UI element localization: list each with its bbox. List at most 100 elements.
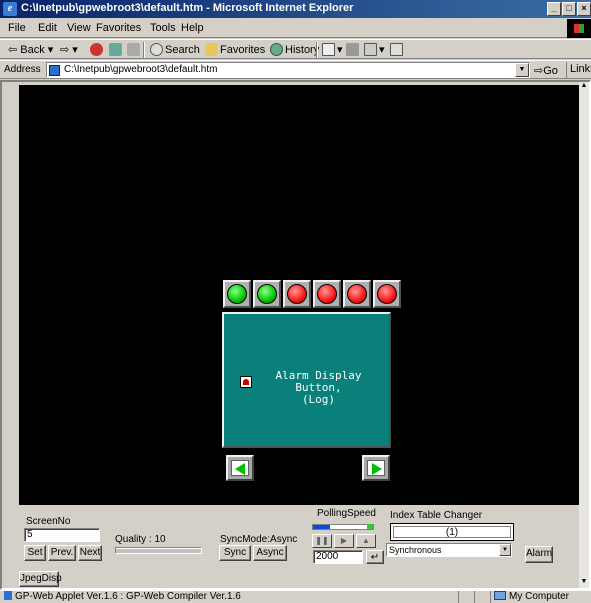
lamp-3-red bbox=[283, 280, 311, 308]
maximize-button[interactable]: □ bbox=[562, 2, 576, 16]
back-label: Back bbox=[20, 44, 45, 56]
screen-no-label: ScreenNo bbox=[26, 516, 71, 527]
next-button[interactable]: Next bbox=[78, 545, 102, 561]
jpegdisp-button[interactable]: JpegDisp bbox=[19, 571, 62, 587]
alarm-bell-icon bbox=[240, 376, 252, 388]
mode-select[interactable]: Synchronous ▼ bbox=[386, 543, 512, 557]
polling-apply-button[interactable]: ↵ bbox=[366, 550, 384, 564]
lamp-1-green bbox=[223, 280, 251, 308]
alarm-button[interactable]: Alarm bbox=[525, 546, 553, 563]
page-icon bbox=[49, 65, 60, 76]
go-button[interactable]: ⇨Go bbox=[534, 64, 558, 77]
menu-help[interactable]: Help bbox=[181, 22, 204, 34]
go-arrow-icon: ⇨ bbox=[534, 65, 544, 77]
polling-speed-input[interactable]: 2000 bbox=[313, 550, 363, 564]
edit-button[interactable]: ▾ bbox=[364, 43, 385, 56]
menu-edit[interactable]: Edit bbox=[38, 22, 57, 34]
history-icon bbox=[270, 43, 283, 56]
pause-button[interactable]: ❚❚ bbox=[312, 534, 332, 548]
close-button[interactable]: × bbox=[577, 2, 591, 16]
chevron-down-icon[interactable]: ▼ bbox=[499, 544, 511, 556]
red-lamp-icon bbox=[287, 284, 307, 304]
edit-icon bbox=[364, 43, 377, 56]
forward-button[interactable]: ⇨ ▾ bbox=[60, 43, 78, 56]
search-button[interactable]: Search bbox=[150, 43, 200, 56]
vertical-scrollbar[interactable]: ▲ ▼ bbox=[579, 82, 589, 588]
history-label: History bbox=[285, 44, 320, 56]
index-table-field[interactable]: (1) bbox=[390, 523, 514, 541]
enter-arrow-icon: ↵ bbox=[370, 552, 380, 563]
refresh-button[interactable] bbox=[109, 43, 124, 56]
async-button[interactable]: Async bbox=[253, 545, 287, 561]
history-button[interactable]: History bbox=[270, 43, 319, 56]
lamp-2-green bbox=[253, 280, 281, 308]
sync-button[interactable]: Sync bbox=[219, 545, 251, 561]
window-title: C:\Inetpub\gpwebroot3\default.htm - Micr… bbox=[21, 2, 354, 14]
play-button[interactable]: ▶ bbox=[334, 534, 354, 548]
home-icon bbox=[127, 43, 140, 56]
menu-bar: File Edit View Favorites Tools Help bbox=[0, 19, 591, 38]
forward-arrow-icon: ⇨ bbox=[60, 44, 70, 56]
favorites-button[interactable]: Favorites bbox=[205, 43, 265, 56]
home-button[interactable] bbox=[127, 43, 142, 56]
back-button[interactable]: ⇦ Back ▾ bbox=[8, 43, 53, 56]
minimize-button[interactable]: _ bbox=[547, 2, 561, 16]
green-lamp-icon bbox=[257, 284, 277, 304]
status-message: GP-Web Applet Ver.1.6 : GP-Web Compiler … bbox=[15, 591, 241, 602]
red-lamp-icon bbox=[377, 284, 397, 304]
syncmode-label: SyncMode:Async bbox=[220, 534, 298, 545]
polling-speed-label: PollingSpeed bbox=[317, 508, 376, 519]
toolbar-separator bbox=[316, 42, 318, 58]
lamp-4-red bbox=[313, 280, 341, 308]
menu-view[interactable]: View bbox=[67, 22, 91, 34]
screen-no-input[interactable]: 5 bbox=[24, 528, 100, 542]
toolbar: ⇦ Back ▾ ⇨ ▾ Search Favorites History ▾ … bbox=[0, 39, 591, 59]
quality-label: Quality : 10 bbox=[115, 534, 166, 545]
menu-favorites[interactable]: Favorites bbox=[96, 22, 141, 34]
refresh-icon bbox=[109, 43, 122, 56]
computer-icon bbox=[494, 591, 506, 600]
print-button[interactable] bbox=[346, 43, 361, 56]
status-divider bbox=[490, 591, 491, 603]
alarm-line-2: (Log) bbox=[301, 393, 336, 406]
quality-slider[interactable] bbox=[115, 547, 202, 554]
alarm-display-button[interactable]: Alarm Display Button, (Log) bbox=[222, 312, 391, 448]
left-arrow-icon bbox=[235, 463, 245, 475]
stop-button[interactable] bbox=[90, 43, 105, 56]
previous-screen-button[interactable] bbox=[226, 455, 254, 481]
discuss-button[interactable] bbox=[390, 43, 405, 56]
page-content: Alarm Display Button, (Log) ScreenNo 5 S… bbox=[0, 80, 591, 590]
windows-logo-icon bbox=[567, 19, 591, 38]
polling-speed-bar bbox=[312, 524, 374, 530]
scroll-down-icon[interactable]: ▼ bbox=[579, 578, 589, 588]
menu-file[interactable]: File bbox=[8, 22, 26, 34]
status-divider bbox=[474, 591, 475, 603]
address-input[interactable]: C:\Inetpub\gpwebroot3\default.htm ▼ bbox=[46, 62, 530, 78]
set-button[interactable]: Set bbox=[24, 545, 46, 561]
lamp-5-red bbox=[343, 280, 371, 308]
quality-slider-thumb[interactable] bbox=[116, 548, 201, 553]
mail-button[interactable]: ▾ bbox=[322, 43, 343, 56]
zone-label: My Computer bbox=[509, 591, 570, 602]
stop-icon bbox=[90, 43, 103, 56]
address-label: Address bbox=[4, 64, 41, 75]
mode-select-value: Synchronous bbox=[389, 545, 442, 555]
step-button[interactable]: ▲ bbox=[356, 534, 376, 548]
index-table-value: (1) bbox=[393, 526, 511, 538]
window-controls: _ □ × bbox=[547, 2, 591, 16]
ie-icon: e bbox=[3, 2, 17, 16]
favorites-icon bbox=[205, 43, 218, 56]
next-screen-button[interactable] bbox=[362, 455, 390, 481]
red-lamp-icon bbox=[347, 284, 367, 304]
scroll-up-icon[interactable]: ▲ bbox=[579, 82, 589, 92]
alarm-line-1: Alarm Display Button, bbox=[275, 369, 362, 394]
left-arrow-frame bbox=[231, 460, 249, 476]
address-dropdown[interactable]: ▼ bbox=[515, 63, 529, 77]
browser-window: e C:\Inetpub\gpwebroot3\default.htm - Mi… bbox=[0, 0, 591, 603]
links-button[interactable]: Links bbox=[566, 62, 591, 78]
search-icon bbox=[150, 43, 163, 56]
prev-button[interactable]: Prev. bbox=[48, 545, 76, 561]
polling-speed-fill bbox=[313, 525, 330, 529]
menu-tools[interactable]: Tools bbox=[150, 22, 176, 34]
alarm-display-label: Alarm Display Button, (Log) bbox=[256, 370, 381, 406]
